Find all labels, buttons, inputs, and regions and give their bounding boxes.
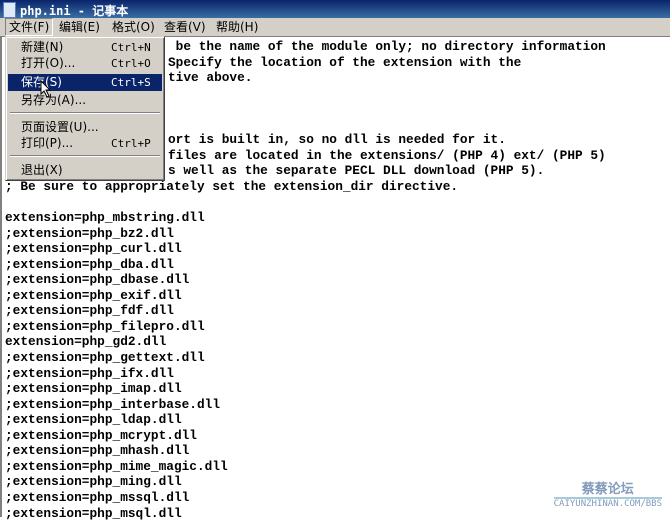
text-line: files are located in the extensions/ (PH… (168, 147, 606, 163)
text-line: ;extension=php_mhash.dll (5, 443, 190, 459)
menu-item-save[interactable]: 保存(S)Ctrl+S (8, 74, 162, 91)
text-line: ;extension=php_exif.dll (5, 287, 182, 303)
text-line: ;extension=php_ming.dll (5, 474, 182, 490)
menu-edit[interactable]: 编辑(E) (59, 20, 100, 34)
menu-help[interactable]: 帮助(H) (216, 20, 258, 34)
text-line: ;extension=php_mssql.dll (5, 489, 190, 505)
window-title: php.ini - 记事本 (20, 4, 129, 18)
menu-item-exit[interactable]: 退出(X) (8, 162, 162, 179)
menu-item-open[interactable]: 打开(O)... Ctrl+O (8, 55, 162, 72)
shortcut: Ctrl+S (111, 76, 151, 89)
text-line: ;extension=php_imap.dll (5, 381, 182, 397)
text-line: ;extension=php_ldap.dll (5, 412, 182, 428)
menu-item-new[interactable]: 新建(N) Ctrl+N (8, 39, 162, 56)
label: 页面设置(U)... (21, 120, 99, 134)
menu-separator (10, 155, 160, 157)
watermark-logo: 蔡蔡论坛 (581, 482, 634, 497)
text-line: extension=php_mbstring.dll (5, 210, 205, 226)
text-line: ;extension=php_fdf.dll (5, 303, 174, 319)
label: 打开(O)... (21, 56, 76, 70)
watermark-url: CAIYUNZHINAN.COM/BBS (553, 497, 662, 509)
text-line: ;extension=php_ifx.dll (5, 365, 174, 381)
file-menu-dropdown: 新建(N) Ctrl+N 打开(O)... Ctrl+O 保存(S)Ctrl+S 另… (5, 36, 165, 181)
label: 退出(X) (21, 163, 63, 177)
text-line: ;extension=php_gettext.dll (5, 350, 205, 365)
text-line: ;extension=php_bz2.dll (5, 225, 174, 241)
title-bar: php.ini - 记事本 (0, 0, 670, 18)
shortcut: Ctrl+N (111, 41, 151, 54)
shortcut: Ctrl+P (111, 137, 151, 150)
menu-item-print[interactable]: 打印(P)... Ctrl+P (8, 135, 162, 152)
text-line: ;extension=php_curl.dll (5, 241, 182, 257)
text-line: Specify the location of the extension wi… (168, 54, 522, 70)
notepad-icon (3, 2, 16, 18)
text-line: be the name of the module only; no direc… (168, 39, 606, 54)
menu-item-save-as[interactable]: 另存为(A)... (8, 92, 162, 109)
text-line: extension=php_gd2.dll (5, 334, 167, 350)
text-line: ; Be sure to appropriately set the exten… (5, 178, 459, 194)
text-line: ort is built in, so no dll is needed for… (168, 132, 506, 148)
text-line: tive above. (168, 70, 253, 86)
label: 另存为(A)... (21, 93, 87, 107)
mouse-cursor-icon (40, 80, 52, 98)
text-line: ;extension=php_mime_magic.dll (5, 458, 228, 474)
menu-bar: 文件(F) 编辑(E) 格式(O) 查看(V) 帮助(H) (0, 18, 670, 37)
menu-separator (10, 112, 160, 114)
text-line: ;extension=php_dbase.dll (5, 272, 190, 288)
text-line: ;extension=php_mcrypt.dll (5, 427, 197, 443)
text-line: ;extension=php_filepro.dll (5, 318, 205, 334)
menu-format[interactable]: 格式(O) (112, 20, 155, 34)
label: 打印(P)... (21, 136, 74, 150)
label: 新建(N) (21, 40, 64, 54)
text-line: ;extension=php_dba.dll (5, 256, 174, 272)
text-line: s well as the separate PECL DLL download… (168, 163, 545, 179)
menu-view[interactable]: 查看(V) (164, 20, 206, 34)
watermark: 蔡蔡论坛 CAIYUNZHINAN.COM/BBS (553, 482, 662, 510)
shortcut: Ctrl+O (111, 57, 151, 70)
menu-item-page-setup[interactable]: 页面设置(U)... (8, 119, 162, 136)
menu-file[interactable]: 文件(F) (5, 18, 54, 36)
text-line: ;extension=php_msql.dll (5, 505, 182, 521)
text-line: ;extension=php_interbase.dll (5, 396, 221, 412)
